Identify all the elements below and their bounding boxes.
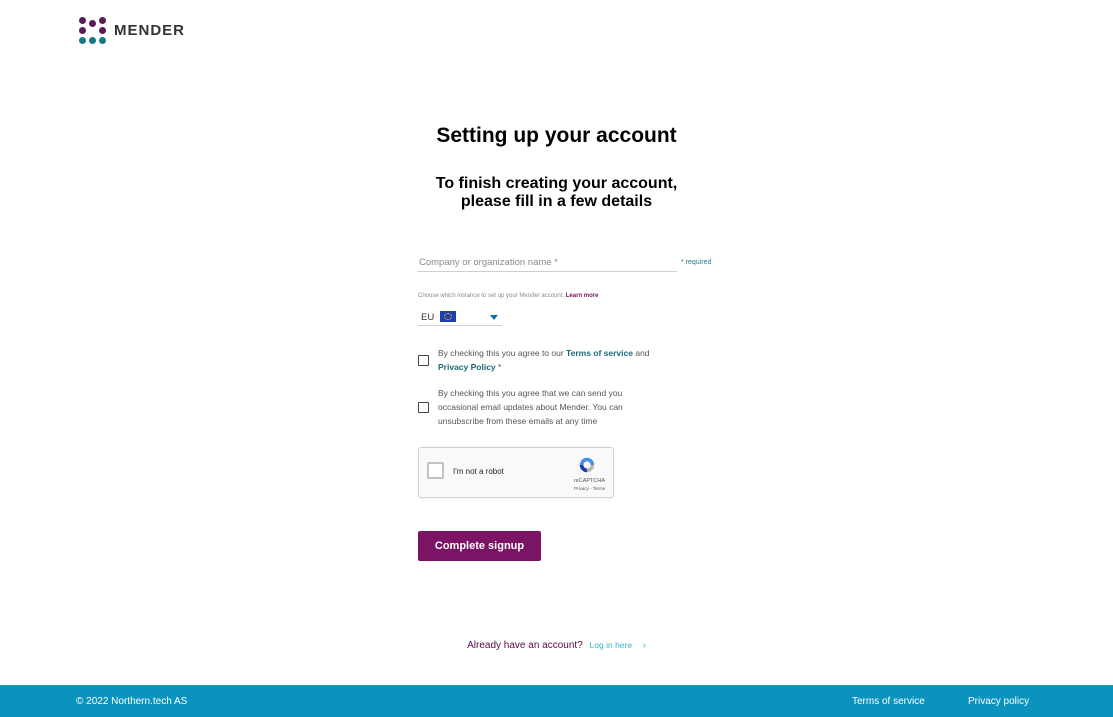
copyright: © 2022 Northern.tech AS: [76, 696, 188, 707]
recaptcha-label: I'm not a robot: [453, 467, 504, 476]
footer-privacy-link[interactable]: Privacy policy: [968, 696, 1029, 707]
recaptcha-icon: [579, 457, 595, 473]
marketing-line: unsubscribe from these emails at any tim…: [438, 416, 598, 426]
instance-value: EU: [421, 312, 435, 323]
mender-logo[interactable]: MENDER: [79, 17, 185, 44]
page-title: Setting up your account: [436, 124, 677, 147]
logo-text: MENDER: [114, 22, 186, 39]
chevron-right-icon[interactable]: ›: [643, 640, 646, 650]
learn-more-link[interactable]: Learn more: [566, 293, 599, 299]
eu-flag-icon: [440, 311, 456, 322]
terms-checkbox-row: By checking this you agree to our Terms …: [418, 346, 650, 374]
marketing-checkbox-label: By checking this you agree that we can s…: [438, 386, 623, 428]
required-note: * required: [681, 259, 712, 266]
instance-select[interactable]: EU: [418, 309, 502, 326]
terms-checkbox-label: By checking this you agree to our Terms …: [438, 346, 650, 374]
mender-logo-icon: [79, 17, 106, 44]
marketing-line: occasional email updates about Mender. Y…: [438, 402, 623, 412]
complete-signup-button[interactable]: Complete signup: [418, 531, 541, 561]
recaptcha-widget: I'm not a robot reCAPTCHA Privacy - Term…: [418, 447, 614, 498]
marketing-checkbox-row: By checking this you agree that we can s…: [418, 386, 623, 428]
footer: © 2022 Northern.tech AS Terms of service…: [0, 685, 1113, 717]
login-prompt: Already have an account? Log in here ›: [0, 640, 1113, 651]
marketing-checkbox[interactable]: [418, 401, 429, 413]
instance-help-label: Choose which instance to set up your Men…: [418, 293, 565, 299]
recaptcha-links[interactable]: Privacy - Terms: [574, 486, 605, 491]
instance-help-text: Choose which instance to set up your Men…: [418, 293, 598, 299]
dropdown-caret-icon: [490, 315, 498, 320]
terms-suffix: *: [495, 362, 502, 372]
footer-terms-link[interactable]: Terms of service: [852, 696, 925, 707]
log-in-link[interactable]: Log in here: [590, 640, 633, 650]
recaptcha-brand: reCAPTCHA: [573, 478, 605, 484]
terms-prefix: By checking this you agree to our: [438, 348, 567, 358]
page-subtitle: To finish creating your account, please …: [0, 175, 1113, 211]
company-name-input[interactable]: [418, 254, 677, 272]
recaptcha-checkbox[interactable]: [427, 462, 444, 479]
login-question: Already have an account?: [467, 640, 583, 651]
terms-checkbox[interactable]: [418, 354, 429, 366]
terms-of-service-link[interactable]: Terms of service: [566, 348, 633, 358]
marketing-line: By checking this you agree that we can s…: [438, 388, 623, 398]
subtitle-line: please fill in a few details: [460, 193, 653, 210]
subtitle-line: To finish creating your account,: [435, 175, 678, 192]
terms-mid: and: [632, 348, 650, 358]
privacy-policy-link[interactable]: Privacy Policy: [438, 362, 496, 372]
